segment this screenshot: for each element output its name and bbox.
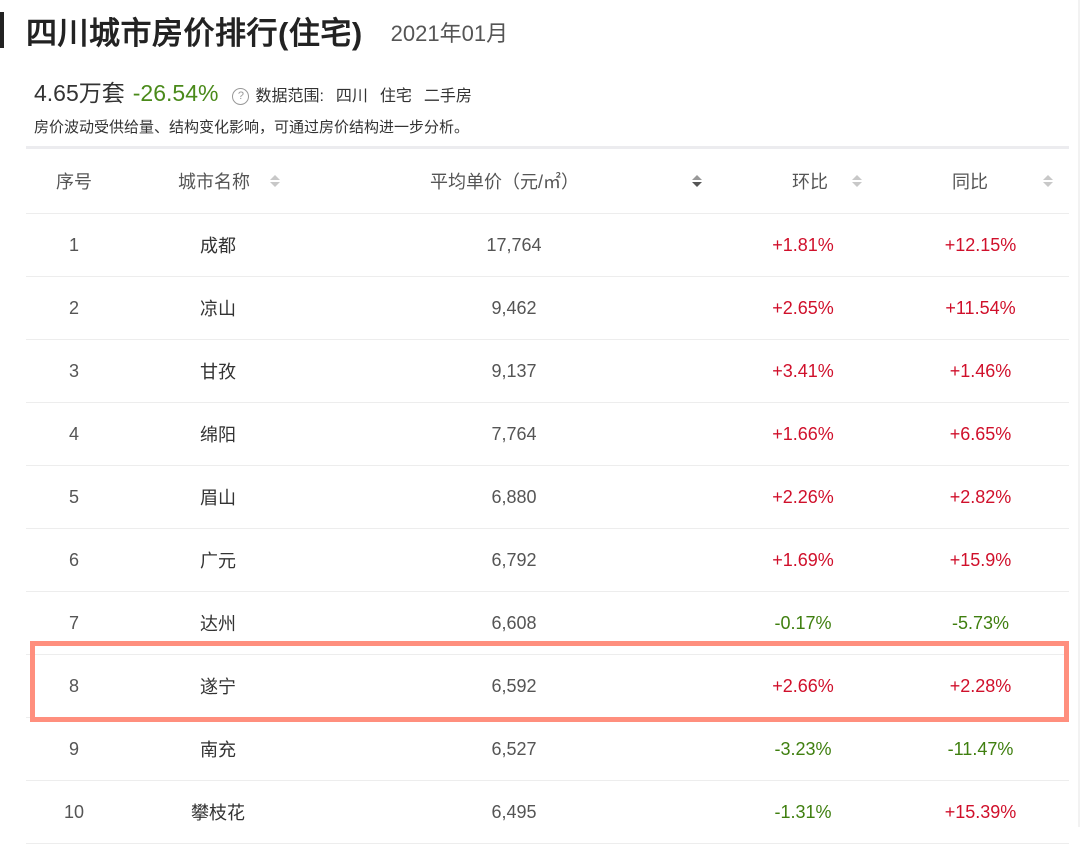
cell-mom: +1.69%: [772, 549, 834, 570]
cell-mom: +2.66%: [772, 675, 834, 696]
cell-yoy: +15.9%: [949, 549, 1012, 570]
cell-index: 10: [63, 801, 85, 822]
cell-index: 7: [68, 612, 79, 633]
table-row[interactable]: 2 凉山 9,462 +2.65% +11.54%: [26, 277, 1069, 340]
cell-index: 2: [68, 297, 79, 318]
cell-mom: -3.23%: [774, 738, 832, 759]
cell-city: 广元: [200, 551, 236, 571]
table-row[interactable]: 9 南充 6,527 -3.23% -11.47%: [26, 718, 1069, 781]
cell-mom: +3.41%: [772, 360, 834, 381]
cell-yoy: -11.47%: [947, 738, 1014, 759]
table-row[interactable]: 10 攀枝花 6,495 -1.31% +15.39%: [26, 781, 1069, 844]
header-price-label: 平均单价（元/㎡）: [430, 172, 580, 192]
table-row[interactable]: 5 眉山 6,880 +2.26% +2.82%: [26, 466, 1069, 529]
question-circle-icon[interactable]: ?: [232, 87, 250, 105]
cell-city: 凉山: [200, 299, 236, 319]
sort-icon[interactable]: [1043, 175, 1053, 187]
title-bar: 四川城市房价排行(住宅) 2021年01月: [0, 10, 509, 51]
cell-index: 6: [68, 549, 79, 570]
cell-price: 6,495: [491, 801, 537, 822]
price-ranking-table: 序号 城市名称 平均单价（元/㎡） 环比 同比 1 成都 17,764 +1.81% +…: [26, 146, 1069, 844]
cell-mom: +1.66%: [772, 423, 834, 444]
table-body: 1 成都 17,764 +1.81% +12.15% 2 凉山 9,462 +2.65% +11.…: [26, 214, 1069, 844]
cell-yoy: +2.28%: [949, 675, 1012, 696]
cell-price: 7,764: [491, 423, 537, 444]
cell-city: 眉山: [200, 488, 236, 508]
scope-market-type[interactable]: 二手房: [424, 82, 472, 106]
cell-mom: +2.65%: [772, 297, 834, 318]
header-yoy-label: 同比: [952, 172, 988, 192]
title-accent-bar: [0, 12, 4, 48]
cell-mom: -1.31%: [774, 801, 832, 822]
cell-city: 攀枝花: [191, 803, 245, 823]
summary: 4.65万套 -26.54% ? 数据范围: 四川 住宅 二手房: [34, 74, 472, 108]
cell-price: 6,608: [491, 612, 537, 633]
cell-index: 4: [68, 423, 79, 444]
cell-yoy: +12.15%: [944, 234, 1017, 255]
cell-yoy: +2.82%: [949, 486, 1012, 507]
page-title: 四川城市房价排行(住宅): [26, 15, 363, 51]
sort-icon[interactable]: [852, 175, 862, 187]
cell-mom: +1.81%: [772, 234, 834, 255]
cell-yoy: +15.39%: [944, 801, 1017, 822]
period-label: 2021年01月: [390, 21, 509, 46]
header-price[interactable]: 平均单价（元/㎡）: [314, 168, 714, 194]
scope-property-type[interactable]: 住宅: [380, 82, 412, 106]
table-header: 序号 城市名称 平均单价（元/㎡） 环比 同比: [26, 149, 1069, 214]
table-row[interactable]: 6 广元 6,792 +1.69% +15.9%: [26, 529, 1069, 592]
header-city-label: 城市名称: [178, 172, 250, 192]
header-mom[interactable]: 环比: [714, 168, 892, 194]
scope-region[interactable]: 四川: [336, 82, 368, 106]
header-mom-label: 环比: [792, 172, 828, 192]
listing-change: -26.54%: [132, 80, 219, 106]
cell-price: 6,880: [491, 486, 537, 507]
cell-index: 8: [68, 675, 79, 696]
cell-price: 17,764: [486, 234, 542, 255]
cell-mom: -0.17%: [774, 612, 832, 633]
cell-index: 5: [68, 486, 79, 507]
cell-price: 6,527: [491, 738, 537, 759]
cell-index: 3: [68, 360, 79, 381]
note-text: 房价波动受供给量、结构变化影响，可通过房价结构进一步分析。: [34, 119, 470, 136]
cell-price: 6,792: [491, 549, 537, 570]
header-city[interactable]: 城市名称: [122, 168, 314, 194]
sort-icon[interactable]: [270, 175, 280, 187]
cell-index: 9: [68, 738, 79, 759]
cell-price: 9,137: [491, 360, 537, 381]
cell-yoy: +6.65%: [949, 423, 1012, 444]
cell-city: 达州: [200, 614, 236, 634]
cell-index: 1: [68, 234, 79, 255]
header-index: 序号: [56, 172, 92, 192]
scope-label: 数据范围:: [255, 88, 324, 105]
table-row[interactable]: 4 绵阳 7,764 +1.66% +6.65%: [26, 403, 1069, 466]
cell-yoy: +1.46%: [949, 360, 1012, 381]
cell-price: 6,592: [491, 675, 537, 696]
cell-city: 成都: [200, 236, 236, 256]
cell-city: 遂宁: [200, 677, 236, 697]
cell-price: 9,462: [491, 297, 537, 318]
cell-city: 南充: [200, 740, 236, 760]
cell-yoy: -5.73%: [951, 612, 1010, 633]
cell-mom: +2.26%: [772, 486, 834, 507]
table-row[interactable]: 1 成都 17,764 +1.81% +12.15%: [26, 214, 1069, 277]
cell-city: 甘孜: [200, 362, 236, 382]
table-row[interactable]: 7 达州 6,608 -0.17% -5.73%: [26, 592, 1069, 655]
cell-city: 绵阳: [200, 425, 236, 445]
table-row-highlighted[interactable]: 8 遂宁 6,592 +2.66% +2.28%: [26, 655, 1069, 718]
listing-count: 4.65万套: [34, 80, 125, 106]
header-yoy[interactable]: 同比: [892, 168, 1069, 194]
cell-yoy: +11.54%: [945, 297, 1016, 318]
table-row[interactable]: 3 甘孜 9,137 +3.41% +1.46%: [26, 340, 1069, 403]
sort-desc-icon[interactable]: [692, 175, 702, 187]
